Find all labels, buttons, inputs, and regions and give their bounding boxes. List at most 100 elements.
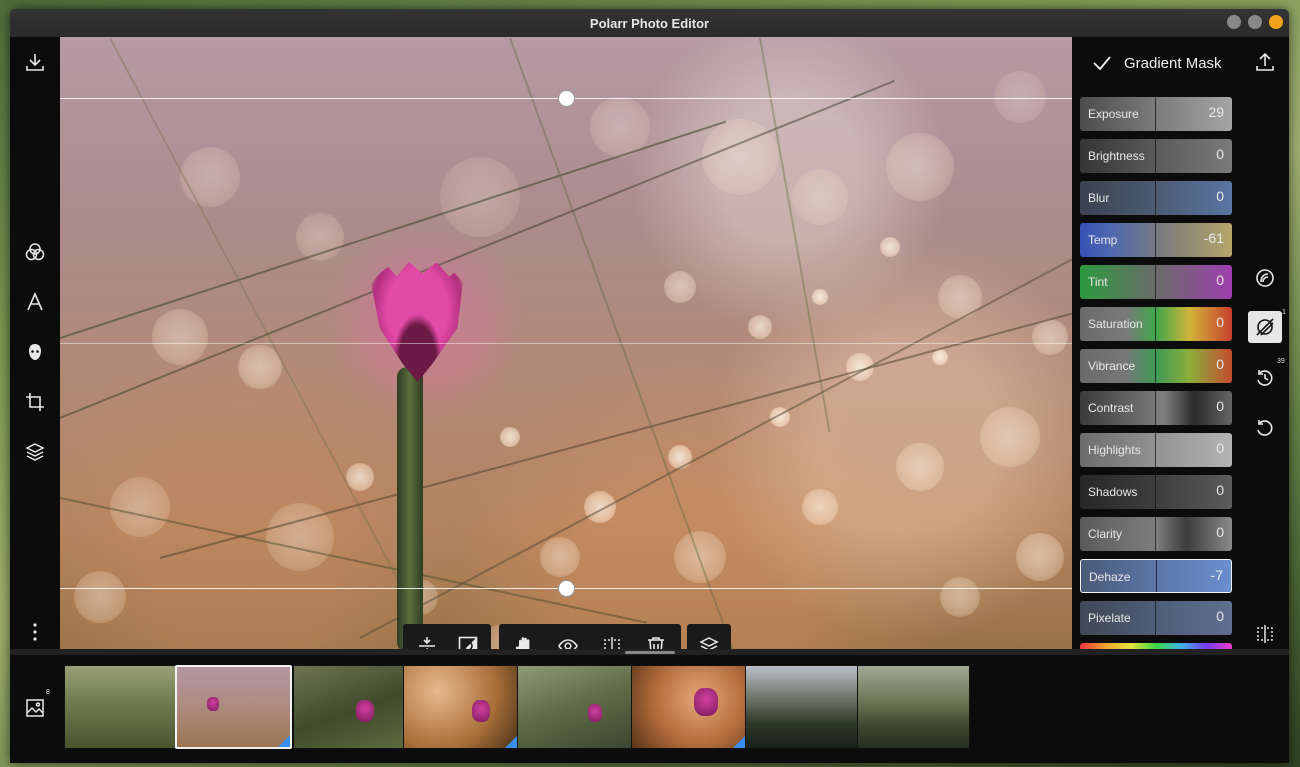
bokeh-light	[540, 537, 580, 577]
slider-label: Vibrance	[1088, 359, 1136, 373]
slider-value: 0	[1216, 524, 1224, 540]
layers-icon[interactable]	[690, 624, 728, 649]
thumb-1[interactable]	[64, 665, 176, 749]
slider-contrast[interactable]: Contrast 0	[1080, 391, 1232, 425]
slider-highlights[interactable]: Highlights 0	[1080, 433, 1232, 467]
thumb-7[interactable]	[745, 665, 858, 749]
slider-vibrance[interactable]: Vibrance 0	[1080, 349, 1232, 383]
maximize-button[interactable]	[1248, 15, 1262, 29]
slider-exposure[interactable]: Exposure 29	[1080, 97, 1232, 131]
bokeh-light	[932, 349, 948, 365]
spiral-icon[interactable]	[1250, 263, 1280, 293]
thumb-6[interactable]	[631, 665, 746, 749]
face-icon[interactable]	[22, 339, 48, 365]
minimize-button[interactable]	[1227, 15, 1241, 29]
slider-value: 0	[1216, 314, 1224, 330]
slider-brightness[interactable]: Brightness 0	[1080, 139, 1232, 173]
bokeh-light	[74, 571, 126, 623]
bokeh-light	[702, 119, 778, 195]
bokeh-light	[770, 407, 790, 427]
undo-icon[interactable]	[1250, 413, 1280, 443]
slider-center-mark	[1155, 475, 1156, 509]
export-icon[interactable]	[1250, 47, 1280, 77]
pan-hand-icon[interactable]	[502, 624, 546, 649]
gradient-mask-bottom-handle[interactable]	[558, 580, 575, 597]
bokeh-light	[674, 531, 726, 583]
close-button[interactable]	[1269, 15, 1283, 29]
slider-blur[interactable]: Blur 0	[1080, 181, 1232, 215]
slider-shadows[interactable]: Shadows 0	[1080, 475, 1232, 509]
slider-value: 0	[1216, 608, 1224, 624]
more-icon[interactable]	[22, 619, 48, 645]
slider-temp[interactable]: Temp -61	[1080, 223, 1232, 257]
compare-panel-icon[interactable]	[1250, 619, 1280, 649]
text-icon[interactable]	[22, 289, 48, 315]
flower	[369, 262, 465, 382]
gradient-mask-center-line[interactable]	[60, 343, 1072, 344]
thumb-2[interactable]	[175, 665, 292, 749]
slider-label: Clarity	[1088, 527, 1123, 541]
slider-center-mark	[1155, 223, 1156, 257]
slider-center-mark	[1155, 433, 1156, 467]
invert-mask-icon[interactable]	[447, 624, 488, 649]
slider-label: Dehaze	[1089, 570, 1131, 584]
bokeh-light	[296, 213, 344, 261]
bokeh-light	[938, 275, 982, 319]
slider-dehaze[interactable]: Dehaze -7	[1080, 559, 1232, 593]
download-icon[interactable]	[22, 49, 48, 75]
bokeh-light	[1032, 319, 1068, 355]
slider-tint[interactable]: Tint 0	[1080, 265, 1232, 299]
bokeh-light	[980, 407, 1040, 467]
thumb-8[interactable]	[857, 665, 970, 749]
slider-center-mark	[1155, 601, 1156, 635]
trash-icon[interactable]	[634, 624, 678, 649]
slider-clarity[interactable]: Clarity 0	[1080, 517, 1232, 551]
slider-pixelate[interactable]: Pixelate 0	[1080, 601, 1232, 635]
gradient-mask-top-handle[interactable]	[558, 90, 575, 107]
gallery-icon[interactable]	[22, 695, 48, 721]
bokeh-light	[880, 237, 900, 257]
bokeh-light	[590, 97, 650, 157]
slider-saturation[interactable]: Saturation 0	[1080, 307, 1232, 341]
layers-icon[interactable]	[22, 439, 48, 465]
slider-center-mark	[1155, 97, 1156, 131]
bokeh-light	[1016, 533, 1064, 581]
bokeh-light	[896, 443, 944, 491]
flip-vertical-icon[interactable]	[406, 624, 447, 649]
gradient-mask-icon[interactable]	[1248, 311, 1282, 343]
window-controls	[1227, 15, 1283, 29]
bokeh-light	[266, 503, 334, 571]
thumb-5[interactable]	[517, 665, 632, 749]
filmstrip-resize-handle[interactable]	[625, 651, 675, 654]
filters-icon[interactable]	[22, 239, 48, 265]
photo-canvas[interactable]	[60, 37, 1072, 649]
check-icon[interactable]	[1084, 45, 1120, 81]
grass-blade	[159, 298, 1072, 559]
slider-label: Blur	[1088, 191, 1110, 205]
bokeh-light	[238, 345, 282, 389]
bokeh-light	[994, 71, 1046, 123]
bokeh-light	[792, 169, 848, 225]
slider-center-mark	[1156, 560, 1157, 592]
eye-icon[interactable]	[546, 624, 590, 649]
bokeh-light	[940, 577, 980, 617]
bokeh-light	[110, 477, 170, 537]
slider-label: Temp	[1088, 233, 1118, 247]
bokeh-light	[664, 271, 696, 303]
bokeh-light	[748, 315, 772, 339]
slider-center-mark	[1155, 391, 1156, 425]
bokeh-light	[500, 427, 520, 447]
panel-header: Gradient Mask	[1072, 37, 1242, 89]
slider-label: Saturation	[1088, 317, 1143, 331]
thumb-4[interactable]	[403, 665, 518, 749]
compare-icon[interactable]	[590, 624, 634, 649]
bokeh-light	[802, 489, 838, 525]
history-icon[interactable]	[1250, 363, 1280, 393]
crop-icon[interactable]	[22, 389, 48, 415]
slider-value: 0	[1216, 272, 1224, 288]
panel-title: Gradient Mask	[1124, 54, 1222, 72]
slider-label: Exposure	[1088, 107, 1139, 121]
slider-center-mark	[1155, 517, 1156, 551]
slider-label: Tint	[1088, 275, 1108, 289]
thumb-3[interactable]	[293, 665, 404, 749]
